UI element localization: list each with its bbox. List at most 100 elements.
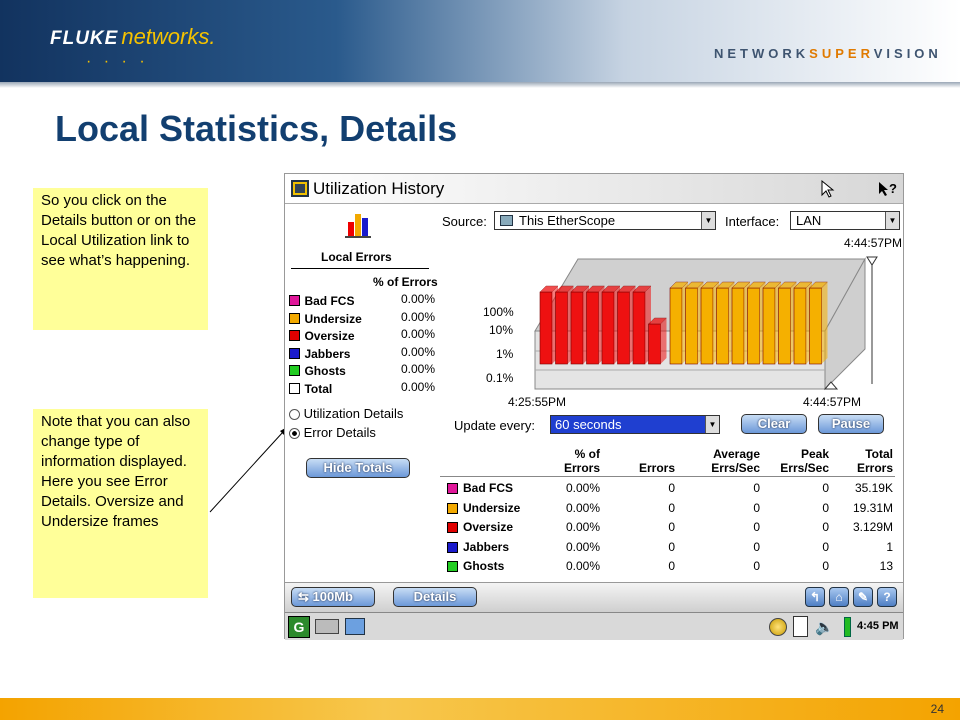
clear-button[interactable]: Clear bbox=[741, 414, 807, 434]
row-value: 0.00% bbox=[401, 362, 436, 376]
slide-title: Local Statistics, Details bbox=[55, 108, 458, 149]
list-item: Undersize 0.00% bbox=[289, 310, 439, 328]
chart-bar bbox=[570, 291, 584, 365]
col-header-text: Errors bbox=[638, 461, 675, 475]
chart-bar-side bbox=[821, 282, 828, 364]
help-pointer-icon[interactable]: ? bbox=[877, 179, 899, 199]
chart-bar bbox=[762, 287, 776, 365]
list-item: Ghosts 0.00% bbox=[289, 362, 439, 380]
local-errors-list: Bad FCS 0.00% Undersize 0.00% Oversize 0.00… bbox=[289, 292, 439, 397]
y-tick-0-1: 0.1% bbox=[486, 371, 514, 385]
table-cell: 0 bbox=[668, 481, 675, 495]
y-tick-10: 10% bbox=[489, 323, 514, 337]
pct-errors-header: % of Errors bbox=[373, 275, 438, 289]
table-cell: 0 bbox=[668, 539, 675, 554]
row-label: Oversize bbox=[304, 329, 355, 343]
window-titlebar: Utilization History ? bbox=[285, 174, 903, 204]
table-cell: 0.00% bbox=[565, 481, 600, 495]
utilization-3d-chart bbox=[534, 256, 878, 391]
logo-dots: · · · · bbox=[86, 53, 149, 70]
tools-icon[interactable]: ✎ bbox=[853, 587, 873, 607]
update-label: Update every: bbox=[454, 418, 535, 433]
table-cell: 0 bbox=[822, 559, 829, 573]
tagline: NETWORKSUPERVISION bbox=[714, 46, 942, 61]
table-cell: 0 bbox=[753, 481, 760, 495]
oversize-swatch bbox=[289, 330, 300, 342]
bad-fcs-swatch bbox=[289, 295, 300, 307]
home-icon[interactable]: ⌂ bbox=[829, 587, 849, 607]
table-row-label: Oversize bbox=[463, 520, 514, 534]
row-value: 0.00% bbox=[401, 379, 436, 394]
help-icon[interactable]: ? bbox=[877, 587, 897, 607]
start-icon[interactable]: G bbox=[288, 616, 310, 638]
table-cell: 0.00% bbox=[565, 539, 600, 554]
ghosts-swatch bbox=[289, 365, 300, 377]
radio-selected-icon bbox=[289, 428, 300, 440]
table-cell: 3.129M bbox=[852, 520, 893, 534]
details-button[interactable]: Details bbox=[393, 587, 477, 607]
chart-bar-side bbox=[660, 318, 667, 364]
device-taskbar: G 🔈 4:45 PM bbox=[285, 612, 903, 640]
list-item: Bad FCS 0.00% bbox=[289, 292, 439, 310]
table-cell: 0 bbox=[753, 520, 760, 534]
total-swatch bbox=[289, 382, 300, 394]
chart-bar bbox=[539, 291, 553, 365]
battery-icon bbox=[844, 617, 851, 637]
footer-bar bbox=[0, 698, 960, 720]
table-cell: 0 bbox=[822, 481, 829, 495]
chart-bar bbox=[778, 287, 791, 365]
chart-time-start: 4:25:55PM bbox=[508, 395, 567, 409]
row-label: Ghosts bbox=[304, 364, 346, 378]
logo-networks: networks. bbox=[121, 24, 216, 49]
chart-bar bbox=[555, 291, 568, 365]
source-dropdown[interactable]: This EtherScope ▼ bbox=[494, 211, 716, 230]
table-cell: 19.31M bbox=[852, 500, 893, 515]
col-header-text: Average Errs/Sec bbox=[711, 447, 760, 475]
clipboard-icon[interactable] bbox=[793, 616, 808, 637]
table-row-swatch bbox=[447, 541, 458, 553]
row-label: Bad FCS bbox=[304, 294, 355, 308]
cursor-icon[interactable] bbox=[819, 179, 839, 199]
row-value: 0.00% bbox=[401, 292, 436, 306]
radio-label: Utilization Details bbox=[303, 406, 404, 421]
table-cell: 0 bbox=[822, 539, 829, 554]
keyboard-icon[interactable] bbox=[315, 619, 339, 634]
table-row-label: Jabbers bbox=[463, 539, 510, 554]
table-row-swatch bbox=[447, 502, 458, 514]
link-speed-button[interactable]: ⇆ 100Mb bbox=[291, 587, 375, 607]
table-row-label: Undersize bbox=[463, 500, 521, 515]
table-cell: 0 bbox=[753, 539, 760, 554]
table-cell: 1 bbox=[886, 539, 893, 554]
col-header-avg: Average Errs/Sec bbox=[690, 447, 760, 475]
radio-utilization-details[interactable]: Utilization Details bbox=[289, 406, 403, 421]
interface-label: Interface: bbox=[725, 214, 780, 229]
page-number: 24 bbox=[930, 702, 944, 716]
update-interval-dropdown[interactable]: 60 seconds ▼ bbox=[550, 415, 720, 434]
device-toolbar: ⇆ 100Mb Details ↰ ⌂ ✎ ? bbox=[285, 582, 903, 612]
window-icon bbox=[291, 180, 309, 197]
col-header-peak: Peak Errs/Sec bbox=[765, 447, 829, 475]
pause-button[interactable]: Pause bbox=[818, 414, 884, 434]
radio-error-details[interactable]: Error Details bbox=[289, 425, 376, 440]
swap-icon: ⇆ bbox=[298, 589, 313, 604]
interface-value: LAN bbox=[796, 213, 822, 228]
table-row-label: Bad FCS bbox=[463, 481, 514, 495]
table-cell: 0 bbox=[753, 500, 760, 515]
list-item: Oversize 0.00% bbox=[289, 327, 439, 345]
interface-dropdown[interactable]: LAN ▼ bbox=[790, 211, 900, 230]
header-shadow bbox=[0, 82, 960, 88]
col-header-text: Total Errors bbox=[856, 447, 893, 475]
window-switch-icon[interactable] bbox=[345, 618, 365, 635]
status-light-icon[interactable] bbox=[769, 618, 787, 636]
table-cell: 0 bbox=[668, 559, 675, 573]
tagline-network: NETWORK bbox=[714, 46, 810, 61]
col-header-total: Total Errors bbox=[835, 447, 893, 475]
speaker-icon[interactable]: 🔈 bbox=[815, 618, 834, 636]
back-icon[interactable]: ↰ bbox=[805, 587, 825, 607]
logo-fluke: FLUKE bbox=[50, 28, 119, 49]
table-row-swatch bbox=[447, 561, 458, 572]
hide-totals-button[interactable]: Hide Totals bbox=[306, 458, 410, 478]
chart-bar bbox=[793, 287, 807, 365]
table-cell: 35.19K bbox=[854, 481, 893, 495]
tagline-super: SUPER bbox=[809, 46, 874, 61]
